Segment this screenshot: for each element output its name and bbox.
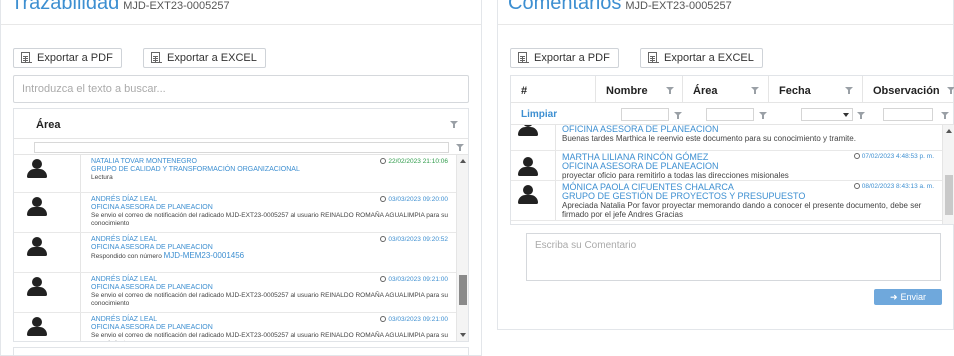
area-column-header[interactable]: Área [36, 119, 60, 131]
list-item[interactable]: ANDRÉS DÍAZ LEAL OFICINA ASESORA DE PLAN… [14, 233, 456, 273]
trazabilidad-code: MJD-EXT23-0005257 [123, 0, 230, 12]
comentarios-panel: Comentarios MJD-EXT23-0005257 Exportar a … [497, 0, 954, 330]
user-avatar-icon [517, 125, 539, 136]
divider [1, 24, 481, 25]
trazabilidad-list: NATALIA TOVAR MONTENEGRO GRUPO DE CALIDA… [14, 155, 456, 341]
entry-card: ANDRÉS DÍAZ LEAL OFICINA ASESORA DE PLAN… [80, 193, 454, 232]
list-scrollbar[interactable] [456, 155, 468, 341]
observacion-filter-input[interactable] [883, 108, 933, 121]
list-item[interactable]: ANDRÉS DÍAZ LEAL OFICINA ASESORA DE PLAN… [14, 193, 456, 233]
reply-icon: ➜ [889, 291, 898, 302]
filter-icon [947, 87, 954, 95]
filter-icon [845, 87, 853, 95]
radicado-link[interactable]: MJD-MEM23-0001456 [164, 251, 244, 260]
clock-icon [380, 158, 387, 164]
export-icon [150, 52, 162, 64]
user-avatar-icon [517, 185, 539, 204]
export-icon [647, 52, 659, 64]
filter-icon [666, 87, 674, 95]
export-excel-button[interactable]: Exportar a EXCEL [143, 48, 266, 68]
scrollbar-thumb [459, 275, 467, 305]
entry-date: 03/03/2023 09:21:00 [380, 276, 448, 283]
filter-icon[interactable] [450, 121, 458, 129]
comentarios-title: Comentarios MJD-EXT23-0005257 [508, 0, 732, 14]
list-item[interactable]: ANDRÉS DÍAZ LEAL OFICINA ASESORA DE PLAN… [14, 273, 456, 313]
comments-scrollbar[interactable] [942, 125, 954, 224]
scroll-up-icon [946, 129, 952, 133]
filter-row: Limpiar [511, 103, 954, 125]
send-button[interactable]: ➜ Enviar [874, 289, 942, 305]
clock-icon [380, 196, 387, 202]
user-avatar-icon [26, 159, 48, 178]
comment-date: 07/02/2023 4:48:53 p. m. [853, 153, 934, 160]
entry-date: 22/02/2023 21:10:06 [380, 158, 448, 165]
next-section [13, 347, 469, 356]
export-pdf-button[interactable]: Exportar a PDF [13, 48, 122, 68]
column-header-fecha[interactable]: Fecha [768, 76, 862, 103]
scrollbar-thumb [945, 175, 953, 215]
comment-date: 08/02/2023 8:43:13 a. m. [853, 183, 934, 190]
export-icon [20, 52, 32, 64]
comment-card: MARTHA LILIANA RINCÓN GÓMEZ OFICINA ASES… [555, 151, 940, 180]
scroll-down-icon [460, 333, 466, 337]
user-avatar-icon [26, 277, 48, 296]
trazabilidad-grid: Área NATALIA TOVAR MONTENEGRO GRUPO DE C… [13, 108, 469, 342]
comentarios-list: OFICINA ASESORA DE PLANEACION Buenas tar… [511, 125, 942, 224]
filter-icon[interactable] [941, 112, 949, 120]
filter-icon[interactable] [456, 144, 464, 152]
column-header-nombre[interactable]: Nombre [595, 76, 682, 103]
nombre-filter-input[interactable] [621, 108, 669, 121]
entry-date: 03/03/2023 09:21:00 [380, 316, 448, 323]
entry-date: 03/03/2023 09:20:52 [380, 236, 448, 243]
grid-header: # Nombre Área Fecha Observación [511, 76, 954, 103]
fecha-filter-select[interactable] [801, 108, 853, 121]
divider [498, 24, 953, 25]
filter-icon[interactable] [857, 112, 865, 120]
clock-icon [853, 153, 860, 159]
list-item[interactable]: MÓNICA PAOLA CIFUENTES CHALARCA GRUPO DE… [511, 181, 942, 221]
clock-icon [380, 316, 387, 322]
entry-card: ANDRÉS DÍAZ LEAL OFICINA ASESORA DE PLAN… [80, 273, 454, 312]
list-item[interactable]: NATALIA TOVAR MONTENEGRO GRUPO DE CALIDA… [14, 155, 456, 193]
export-icon [517, 52, 529, 64]
chevron-down-icon [843, 113, 849, 117]
export-excel-button[interactable]: Exportar a EXCEL [640, 48, 763, 68]
entry-date: 03/03/2023 09:20:00 [380, 196, 448, 203]
grid-header: Área [14, 109, 468, 139]
column-header-area[interactable]: Área [682, 76, 768, 103]
export-pdf-button[interactable]: Exportar a PDF [510, 48, 619, 68]
clock-icon [853, 183, 860, 189]
comment-card: OFICINA ASESORA DE PLANEACION Buenas tar… [555, 125, 940, 150]
comment-textarea[interactable]: Escriba su Comentario [526, 233, 941, 281]
clear-filters-link[interactable]: Limpiar [521, 109, 557, 120]
filter-icon[interactable] [759, 112, 767, 120]
area-filter-input[interactable] [706, 108, 754, 121]
column-header-observacion[interactable]: Observación [862, 76, 954, 103]
comment-card: MÓNICA PAOLA CIFUENTES CHALARCA GRUPO DE… [555, 181, 940, 220]
user-avatar-icon [26, 317, 48, 336]
entry-card: NATALIA TOVAR MONTENEGRO GRUPO DE CALIDA… [80, 155, 454, 192]
filter-icon [751, 87, 759, 95]
trazabilidad-title: Trazabilidad MJD-EXT23-0005257 [11, 0, 230, 14]
comentarios-grid: # Nombre Área Fecha Observación Limpiar … [510, 75, 954, 225]
search-input[interactable]: Introduzca el texto a buscar... [13, 75, 469, 103]
column-header-number[interactable]: # [511, 76, 595, 103]
filter-icon[interactable] [674, 112, 682, 120]
trazabilidad-panel: Trazabilidad MJD-EXT23-0005257 Exportar a… [0, 0, 482, 356]
user-avatar-icon [26, 237, 48, 256]
comentarios-code: MJD-EXT23-0005257 [625, 0, 732, 12]
filter-row [14, 139, 468, 155]
list-item[interactable]: ANDRÉS DÍAZ LEAL OFICINA ASESORA DE PLAN… [14, 313, 456, 341]
area-filter-input[interactable] [34, 142, 449, 153]
user-avatar-icon [517, 157, 539, 176]
list-item[interactable]: OFICINA ASESORA DE PLANEACION Buenas tar… [511, 125, 942, 151]
entry-card: ANDRÉS DÍAZ LEAL OFICINA ASESORA DE PLAN… [80, 233, 454, 272]
clock-icon [380, 276, 387, 282]
list-item[interactable]: MARTHA LILIANA RINCÓN GÓMEZ OFICINA ASES… [511, 151, 942, 181]
user-avatar-icon [26, 197, 48, 216]
scroll-up-icon [460, 159, 466, 163]
entry-card: ANDRÉS DÍAZ LEAL OFICINA ASESORA DE PLAN… [80, 313, 454, 341]
clock-icon [380, 236, 387, 242]
